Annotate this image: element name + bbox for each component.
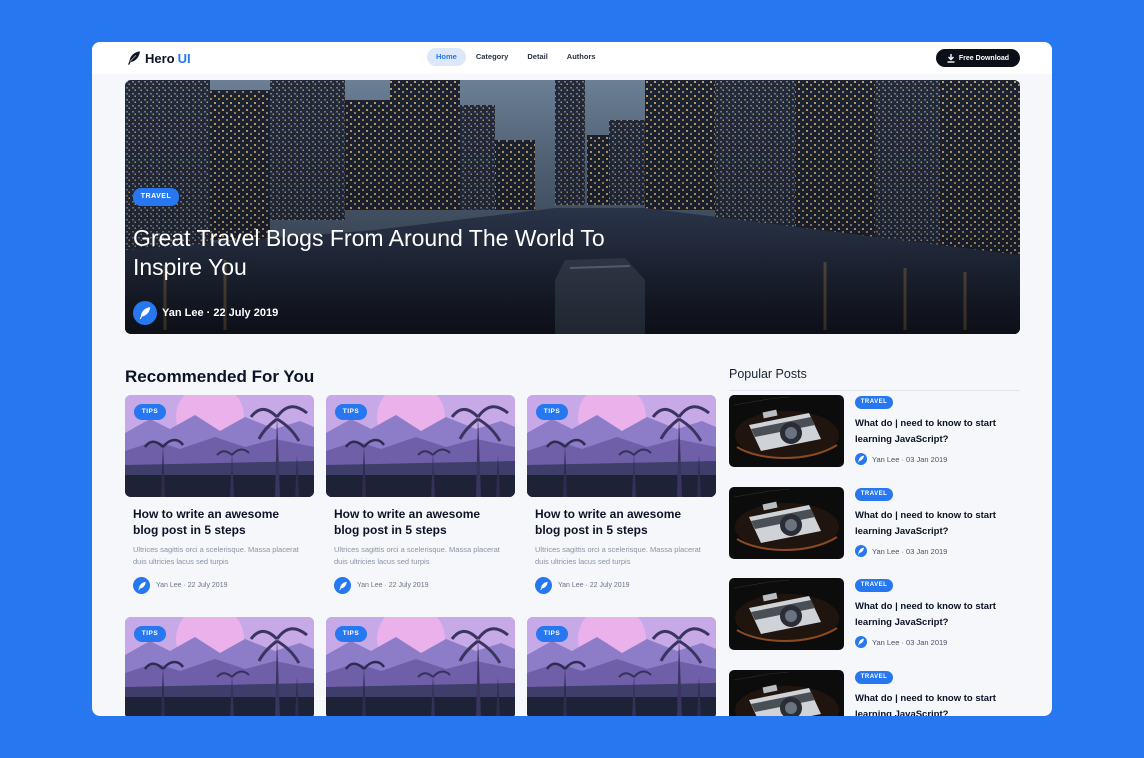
popular-byline: Yan Lee · 03 Jan 2019 xyxy=(872,454,948,464)
brand-name: Hero xyxy=(145,50,175,66)
popular-thumbnail[interactable] xyxy=(729,670,844,716)
brand-logo[interactable]: Hero UI xyxy=(126,50,191,66)
popular-author: Yan Lee · 03 Jan 2019 xyxy=(855,636,947,648)
post-title[interactable]: How to write an awesome blog post in 5 s… xyxy=(334,506,507,538)
post-byline: Yan Lee · 22 July 2019 xyxy=(156,582,228,589)
feather-icon xyxy=(857,547,865,555)
popular-byline: Yan Lee · 03 Jan 2019 xyxy=(872,637,948,647)
free-download-label: Free Download xyxy=(958,54,1010,62)
nav-item-authors[interactable]: Authors xyxy=(558,48,605,66)
post-tag[interactable]: TIPS xyxy=(536,626,568,642)
feather-icon xyxy=(857,638,865,646)
post-author: Yan Lee · 22 July 2019 xyxy=(133,577,306,594)
feather-icon xyxy=(138,306,152,320)
author-avatar[interactable] xyxy=(855,453,867,465)
hero-banner[interactable]: TRAVEL Great Travel Blogs From Around Th… xyxy=(125,80,1020,334)
camera-image xyxy=(729,395,844,467)
nav-item-category[interactable]: Category xyxy=(467,48,518,66)
post-card[interactable]: TIPS xyxy=(326,617,515,716)
popular-title[interactable]: What do | need to know to start learning… xyxy=(855,508,1015,540)
popular-posts-heading: Popular Posts xyxy=(729,367,807,381)
popular-tag[interactable]: TRAVEL xyxy=(855,579,893,592)
post-tag[interactable]: TIPS xyxy=(134,626,166,642)
popular-thumbnail[interactable] xyxy=(729,395,844,467)
author-avatar[interactable] xyxy=(855,545,867,557)
post-title[interactable]: How to write an awesome blog post in 5 s… xyxy=(133,506,306,538)
feather-icon xyxy=(126,50,142,66)
popular-title[interactable]: What do | need to know to start learning… xyxy=(855,691,1015,716)
post-thumbnail[interactable]: TIPS xyxy=(326,395,515,497)
post-title[interactable]: How to write an awesome blog post in 5 s… xyxy=(535,506,708,538)
popular-thumbnail[interactable] xyxy=(729,487,844,559)
popular-tag[interactable]: TRAVEL xyxy=(855,671,893,684)
popular-post[interactable]: TRAVEL What do | need to know to start l… xyxy=(729,395,1020,467)
feather-icon xyxy=(539,581,549,591)
hero-title[interactable]: Great Travel Blogs From Around The World… xyxy=(133,224,653,282)
post-byline: Yan Lee · 22 July 2019 xyxy=(357,582,429,589)
camera-image xyxy=(729,670,844,716)
post-thumbnail[interactable]: TIPS xyxy=(125,617,314,716)
brand-accent: UI xyxy=(177,50,191,66)
post-tag[interactable]: TIPS xyxy=(335,626,367,642)
feather-icon xyxy=(338,581,348,591)
popular-thumbnail[interactable] xyxy=(729,578,844,650)
post-excerpt: Ultrices sagittis orci a scelerisque. Ma… xyxy=(535,545,701,566)
popular-post[interactable]: TRAVEL What do | need to know to start l… xyxy=(729,578,1020,650)
post-author: Yan Lee · 22 July 2019 xyxy=(334,577,507,594)
post-card[interactable]: TIPS How to write an awesome blog post i… xyxy=(125,395,314,594)
author-avatar[interactable] xyxy=(535,577,552,594)
author-avatar[interactable] xyxy=(133,577,150,594)
camera-image xyxy=(729,487,844,559)
main-menu: Home Category Detail Authors xyxy=(427,48,606,66)
feather-icon xyxy=(857,455,865,463)
post-thumbnail[interactable]: TIPS xyxy=(527,617,716,716)
post-card[interactable]: TIPS xyxy=(527,617,716,716)
post-byline: Yan Lee · 22 July 2019 xyxy=(558,582,630,589)
popular-post[interactable]: TRAVEL What do | need to know to start l… xyxy=(729,670,1020,716)
popular-byline: Yan Lee · 03 Jan 2019 xyxy=(872,546,948,556)
feather-icon xyxy=(137,581,147,591)
post-thumbnail[interactable]: TIPS xyxy=(326,617,515,716)
hero-category-tag[interactable]: TRAVEL xyxy=(133,188,179,206)
popular-divider xyxy=(729,390,1020,391)
download-icon xyxy=(947,53,955,63)
post-card[interactable]: TIPS How to write an awesome blog post i… xyxy=(527,395,716,594)
post-excerpt: Ultrices sagittis orci a scelerisque. Ma… xyxy=(334,545,500,566)
post-card[interactable]: TIPS How to write an awesome blog post i… xyxy=(326,395,515,594)
popular-tag[interactable]: TRAVEL xyxy=(855,396,893,409)
author-avatar[interactable] xyxy=(855,636,867,648)
nav-item-home[interactable]: Home xyxy=(427,48,466,66)
post-author: Yan Lee · 22 July 2019 xyxy=(535,577,708,594)
post-card[interactable]: TIPS xyxy=(125,617,314,716)
free-download-button[interactable]: Free Download xyxy=(936,49,1020,67)
post-tag[interactable]: TIPS xyxy=(536,404,568,420)
popular-title[interactable]: What do | need to know to start learning… xyxy=(855,416,1015,448)
post-tag[interactable]: TIPS xyxy=(335,404,367,420)
top-navbar: Hero UI Home Category Detail Authors Fre… xyxy=(92,42,1052,74)
app-window: Hero UI Home Category Detail Authors Fre… xyxy=(92,42,1052,716)
popular-title[interactable]: What do | need to know to start learning… xyxy=(855,599,1015,631)
nav-item-detail[interactable]: Detail xyxy=(518,48,556,66)
popular-author: Yan Lee · 03 Jan 2019 xyxy=(855,453,947,465)
popular-author: Yan Lee · 03 Jan 2019 xyxy=(855,545,947,557)
recommended-heading: Recommended For You xyxy=(125,367,315,386)
post-excerpt: Ultrices sagittis orci a scelerisque. Ma… xyxy=(133,545,299,566)
camera-image xyxy=(729,578,844,650)
hero-city-image xyxy=(125,80,1020,334)
hero-author: Yan Lee · 22 July 2019 xyxy=(133,301,278,325)
post-thumbnail[interactable]: TIPS xyxy=(125,395,314,497)
hero-byline: Yan Lee · 22 July 2019 xyxy=(162,307,279,319)
post-thumbnail[interactable]: TIPS xyxy=(527,395,716,497)
popular-post[interactable]: TRAVEL What do | need to know to start l… xyxy=(729,487,1020,559)
post-tag[interactable]: TIPS xyxy=(134,404,166,420)
author-avatar[interactable] xyxy=(334,577,351,594)
popular-tag[interactable]: TRAVEL xyxy=(855,488,893,501)
author-avatar[interactable] xyxy=(133,301,157,325)
